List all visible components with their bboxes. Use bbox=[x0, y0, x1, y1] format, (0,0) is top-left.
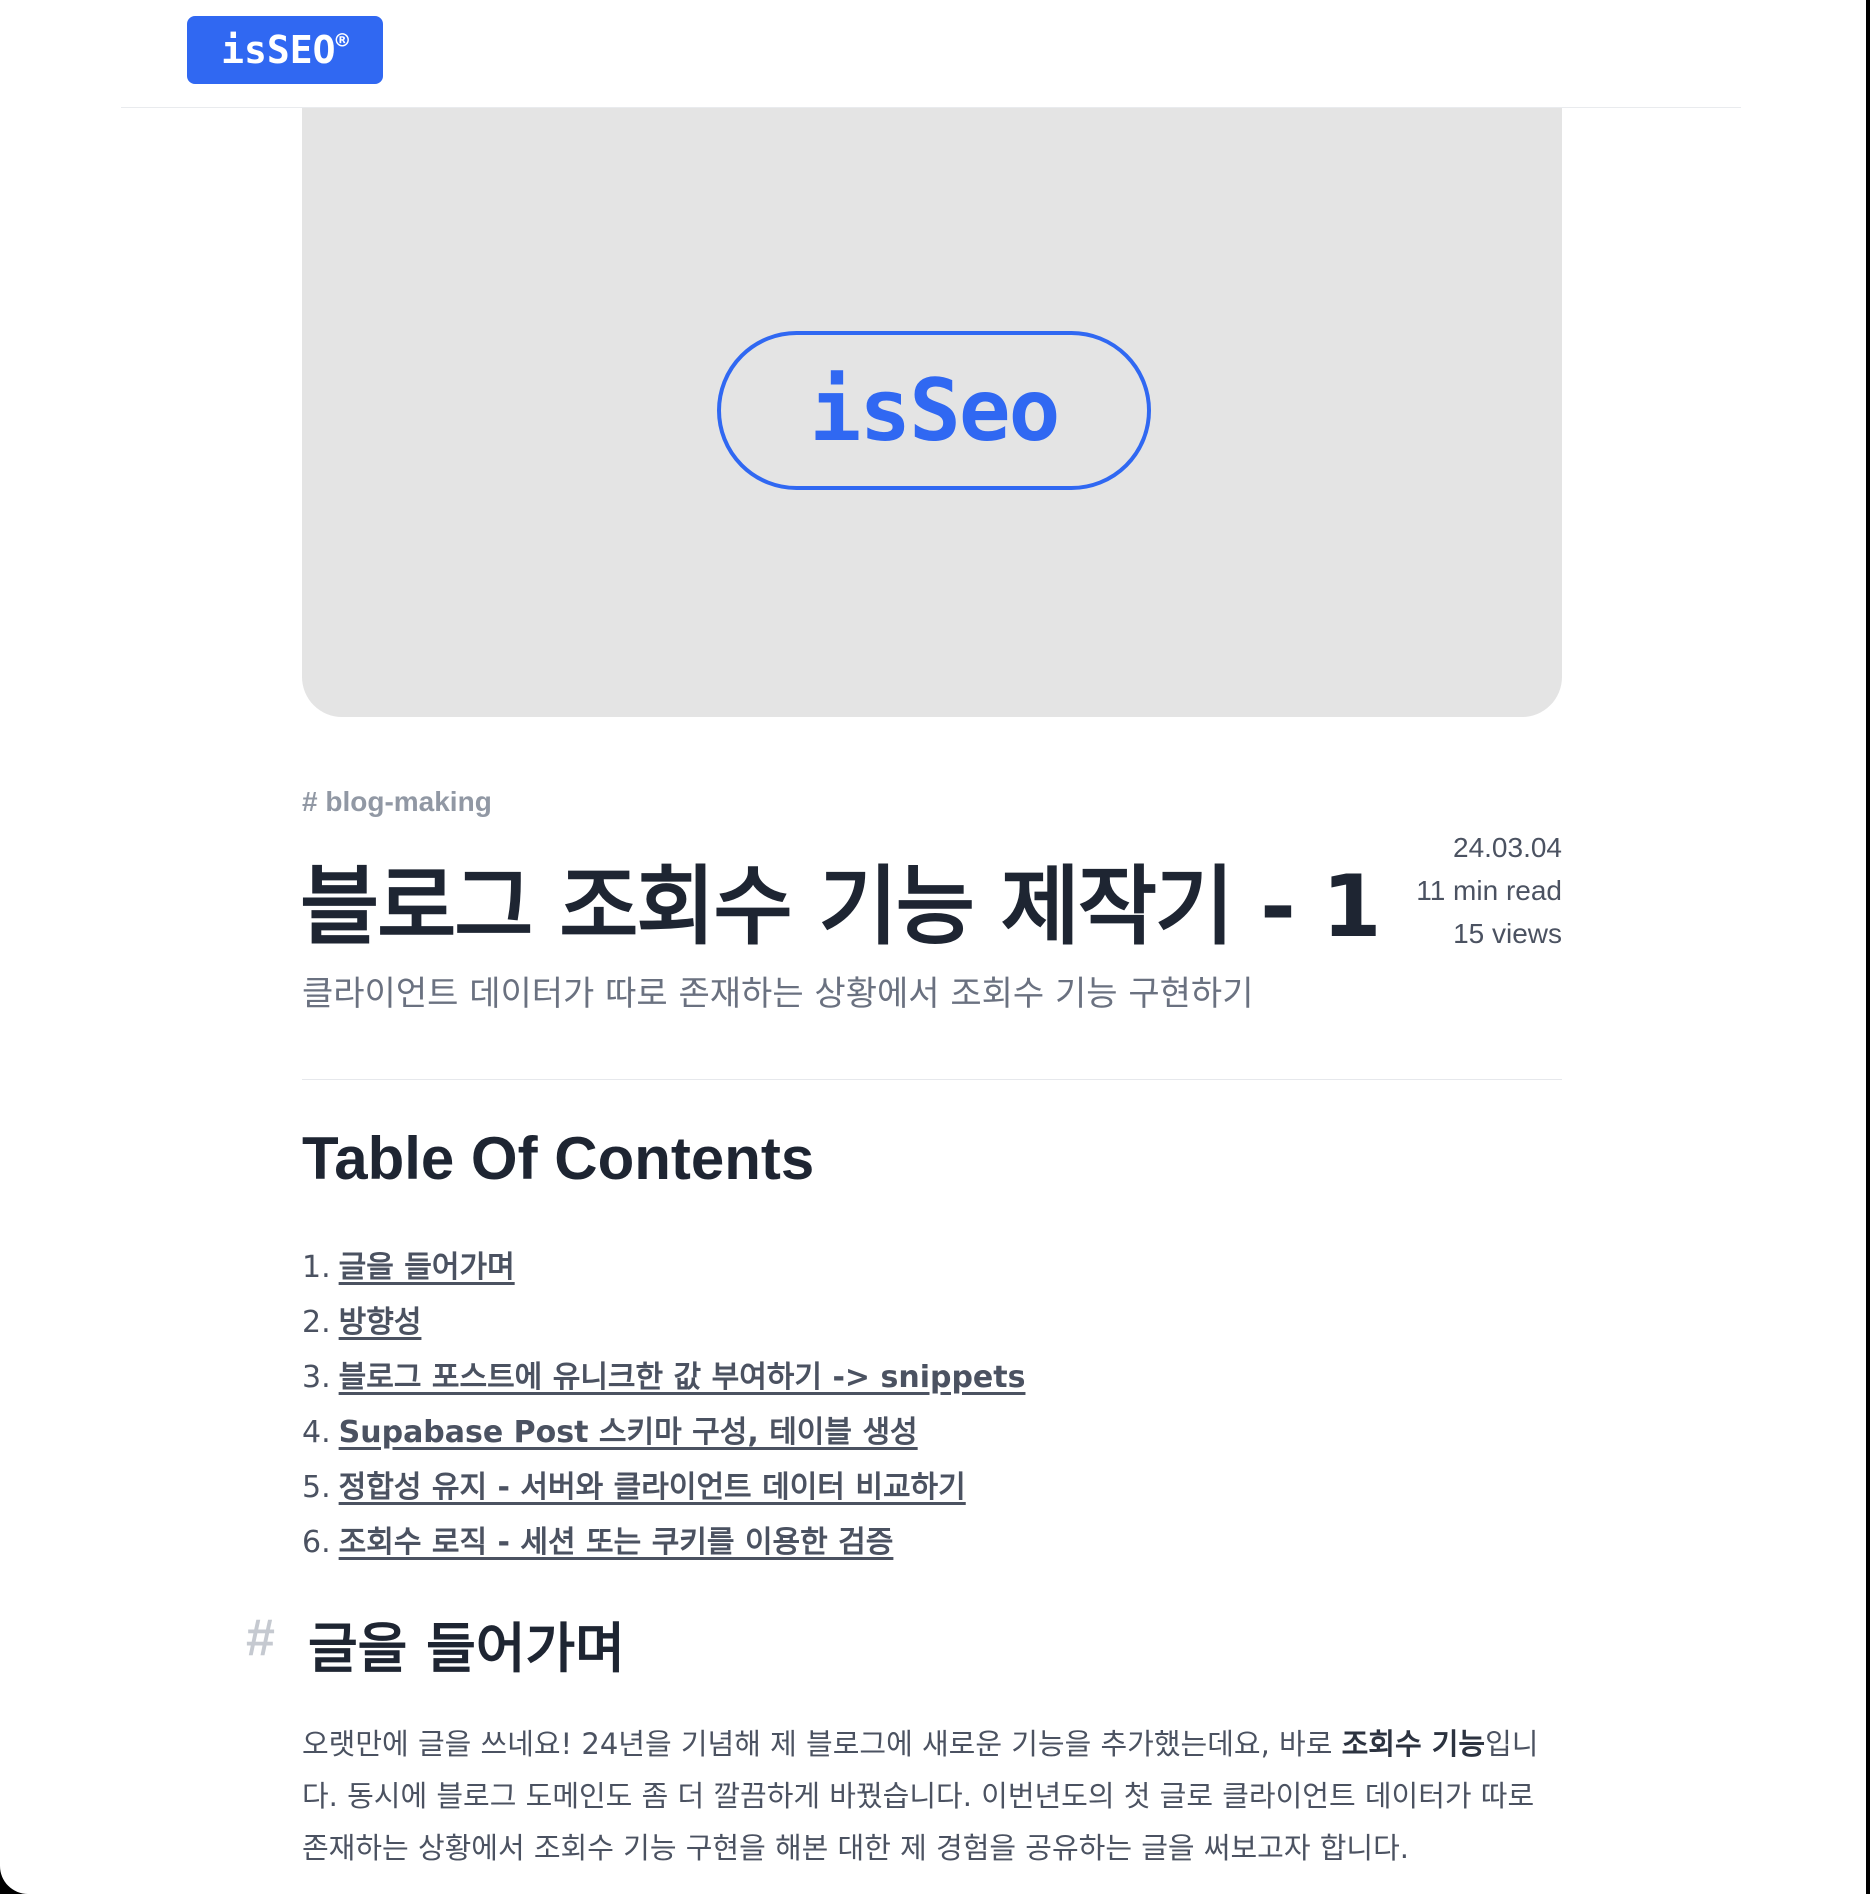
toc-item-number: 6. bbox=[302, 1525, 331, 1560]
window-edge bbox=[1866, 0, 1870, 1894]
toc-link[interactable]: 글을 들어가며 bbox=[339, 1250, 515, 1285]
divider bbox=[302, 1079, 1562, 1080]
post-read-time: 11 min read bbox=[1416, 875, 1562, 906]
toc-item: 1. 글을 들어가며 bbox=[302, 1240, 1025, 1295]
toc-item: 2. 방향성 bbox=[302, 1295, 1025, 1350]
section-anchor-hash[interactable]: # bbox=[246, 1608, 275, 1668]
toc-item-number: 2. bbox=[302, 1305, 331, 1340]
site-header: isSEO® bbox=[121, 0, 1741, 108]
toc-item-number: 3. bbox=[302, 1360, 331, 1395]
post-subtitle: 클라이언트 데이터가 따로 존재하는 상황에서 조회수 기능 구현하기 bbox=[302, 974, 1254, 1014]
toc-item: 5. 정합성 유지 - 서버와 클라이언트 데이터 비교하기 bbox=[302, 1460, 1025, 1515]
toc-heading: Table Of Contents bbox=[302, 1125, 815, 1192]
post-meta: 24.03.04 11 min read 15 views bbox=[1416, 826, 1562, 955]
toc-link[interactable]: 방향성 bbox=[339, 1305, 422, 1340]
post-tag-link[interactable]: # blog-making bbox=[302, 786, 492, 818]
section-paragraph: 오랫만에 글을 쓰네요! 24년을 기념해 제 블로그에 새로운 기능을 추가했… bbox=[302, 1718, 1564, 1874]
page-viewport: isSEO® isSeo # blog-making 블로그 조회수 기능 제작… bbox=[0, 0, 1866, 1894]
toc-link[interactable]: 블로그 포스트에 유니크한 값 부여하기 -> snippets bbox=[339, 1360, 1026, 1395]
site-logo-button[interactable]: isSEO® bbox=[187, 16, 383, 84]
hero-logo: isSeo bbox=[717, 331, 1151, 490]
toc-link[interactable]: 정합성 유지 - 서버와 클라이언트 데이터 비교하기 bbox=[339, 1470, 966, 1505]
hero-thumbnail: isSeo bbox=[302, 108, 1562, 717]
registered-mark: ® bbox=[335, 29, 349, 54]
table-of-contents: 1. 글을 들어가며 2. 방향성 3. 블로그 포스트에 유니크한 값 부여하기 -… bbox=[302, 1240, 1025, 1570]
toc-item: 6. 조회수 로직 - 세션 또는 쿠키를 이용한 검증 bbox=[302, 1515, 1025, 1570]
toc-item: 4. Supabase Post 스키마 구성, 테이블 생성 bbox=[302, 1405, 1025, 1460]
toc-item-number: 1. bbox=[302, 1250, 331, 1285]
toc-link[interactable]: Supabase Post 스키마 구성, 테이블 생성 bbox=[339, 1415, 918, 1450]
toc-link[interactable]: 조회수 로직 - 세션 또는 쿠키를 이용한 검증 bbox=[339, 1525, 894, 1560]
toc-item-number: 4. bbox=[302, 1415, 331, 1450]
toc-item: 3. 블로그 포스트에 유니크한 값 부여하기 -> snippets bbox=[302, 1350, 1025, 1405]
paragraph-text: 오랫만에 글을 쓰네요! 24년을 기념해 제 블로그에 새로운 기능을 추가했… bbox=[302, 1727, 1342, 1761]
post-date: 24.03.04 bbox=[1453, 832, 1562, 863]
toc-item-number: 5. bbox=[302, 1470, 331, 1505]
post-views: 15 views bbox=[1453, 918, 1562, 949]
logo-text: isSEO bbox=[221, 28, 336, 72]
section-heading: 글을 들어가며 bbox=[308, 1617, 625, 1680]
paragraph-bold-text: 조회수 기능 bbox=[1341, 1727, 1486, 1761]
post-title: 블로그 조회수 기능 제작기 - 1 bbox=[300, 857, 1382, 957]
